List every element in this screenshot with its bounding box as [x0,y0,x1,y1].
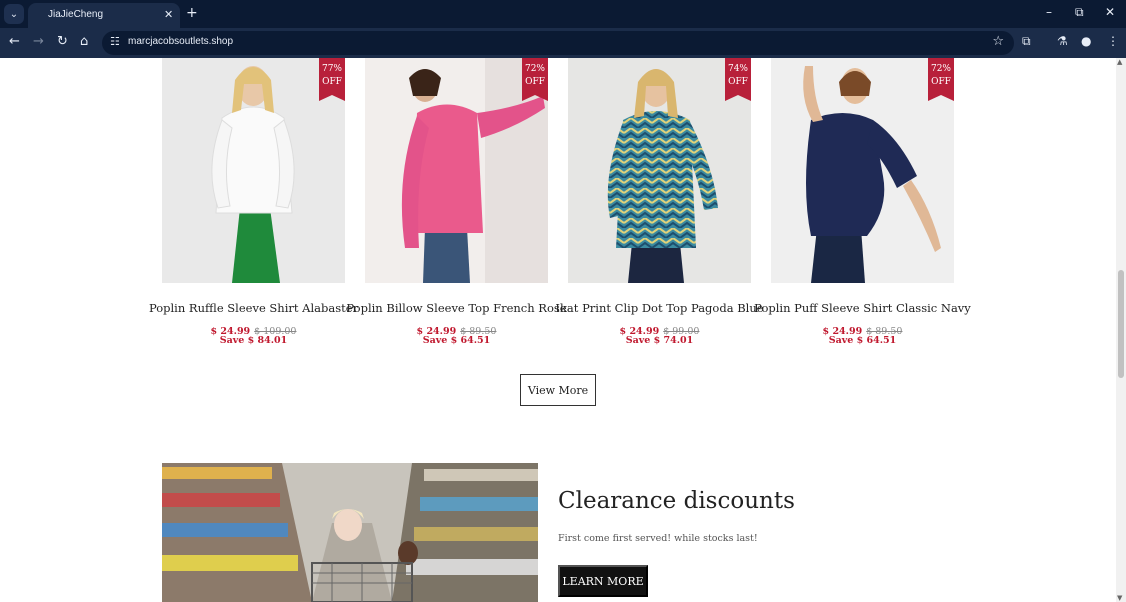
badge-off: OFF [525,77,545,87]
learn-more-button[interactable]: LEARN MORE [558,565,648,597]
arrow-right-icon[interactable]: → [33,34,44,49]
minimize-icon[interactable]: – [1046,5,1052,19]
discount-badge: 72% OFF [928,58,954,101]
product-name[interactable]: Ikat Print Clip Dot Top Pagoda Blue [548,301,771,315]
promo-image [162,463,538,602]
promo-subtitle: First come first served! while stocks la… [558,533,758,544]
discount-badge: 72% OFF [522,58,548,101]
badge-off: OFF [322,77,342,87]
product-image[interactable]: 74% OFF [568,58,751,283]
puzzle-icon[interactable]: ⧉ [1022,34,1031,49]
badge-off: OFF [931,77,951,87]
scroll-up-icon[interactable]: ▲ [1117,58,1122,66]
flask-icon[interactable]: ⚗ [1057,34,1068,48]
product-image[interactable]: 77% OFF [162,58,345,283]
plus-icon[interactable]: + [186,5,198,21]
savings-text: Save $ 74.01 [625,335,694,346]
chevron-down-icon[interactable]: ⌄ [4,4,24,24]
badge-percent: 72% [524,64,545,74]
savings-text: Save $ 64.51 [422,335,491,346]
scrollbar-thumb[interactable] [1118,270,1124,378]
view-more-button[interactable]: View More [520,374,596,406]
reload-icon[interactable]: ↻ [57,34,68,49]
address-bar[interactable]: ☷ marcjacobsoutlets.shop ☆ [102,31,1014,55]
browser-tab-bar: ⌄ JiaJieCheng ✕ + – ⧉ ✕ [0,0,1126,28]
browser-toolbar: ← → ↻ ⌂ ☷ marcjacobsoutlets.shop ☆ ⧉ ⚗ ●… [0,28,1126,58]
product-card[interactable]: 72% OFF Poplin Puff Sleeve Shirt Classic … [754,58,971,346]
product-card[interactable]: 72% OFF Poplin Billow Sleeve Top French R… [346,58,567,346]
product-card[interactable]: 77% OFF Poplin Ruffle Sleeve Shirt Alabas… [149,58,358,346]
savings-text: Save $ 64.51 [828,335,897,346]
person-icon[interactable]: ● [1081,34,1091,48]
product-photo-classic-navy [771,58,954,283]
discount-badge: 74% OFF [725,58,751,101]
browser-tab[interactable]: JiaJieCheng ✕ [28,3,180,28]
product-name[interactable]: Poplin Puff Sleeve Shirt Classic Navy [751,301,974,315]
tune-icon[interactable]: ☷ [110,35,120,48]
arrow-left-icon[interactable]: ← [9,34,20,49]
product-photo-pagoda-blue [568,58,751,283]
product-name[interactable]: Poplin Billow Sleeve Top French Rose [345,301,568,315]
discount-badge: 77% OFF [319,58,345,101]
product-image[interactable]: 72% OFF [365,58,548,283]
tab-title: JiaJieCheng [48,9,104,20]
product-name[interactable]: Poplin Ruffle Sleeve Shirt Alabaster [142,301,365,315]
product-photo-french-rose [365,58,548,283]
close-icon[interactable]: ✕ [164,8,173,21]
badge-off: OFF [728,77,748,87]
star-icon[interactable]: ☆ [992,34,1004,49]
product-card[interactable]: 74% OFF Ikat Print Clip Dot Top Pagoda Bl… [555,58,764,346]
savings-text: Save $ 84.01 [219,335,288,346]
product-photo-alabaster [162,58,345,283]
supermarket-aisle-photo [162,463,538,602]
page-viewport: 77% OFF Poplin Ruffle Sleeve Shirt Alabas… [0,58,1116,602]
scroll-down-icon[interactable]: ▼ [1117,594,1122,602]
badge-percent: 77% [321,64,342,74]
kebab-menu-icon[interactable]: ⋮ [1107,34,1119,48]
promo-title: Clearance discounts [558,488,795,514]
restore-icon[interactable]: ⧉ [1075,5,1084,20]
badge-percent: 74% [727,64,748,74]
badge-percent: 72% [930,64,951,74]
product-image[interactable]: 72% OFF [771,58,954,283]
url-text[interactable]: marcjacobsoutlets.shop [128,36,233,47]
page-scrollbar[interactable]: ▲ ▼ [1116,58,1126,602]
close-window-icon[interactable]: ✕ [1105,5,1115,19]
home-icon[interactable]: ⌂ [80,34,88,49]
